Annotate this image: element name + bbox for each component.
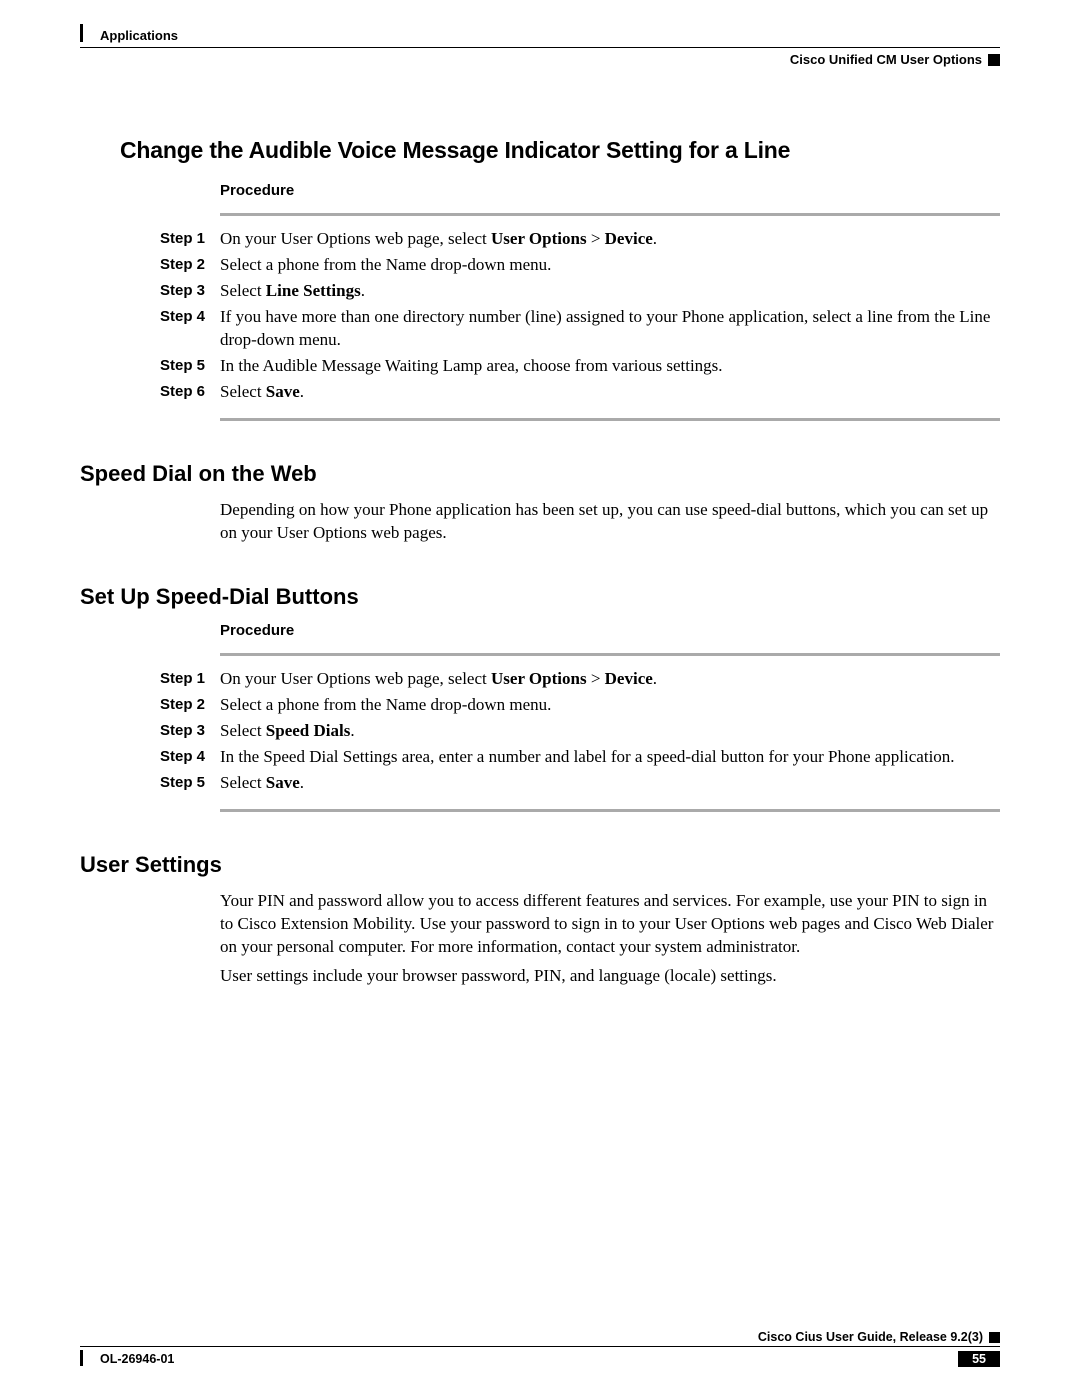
procedure-label: Procedure	[220, 622, 1000, 639]
header-marker-icon	[988, 54, 1000, 66]
footer-guide-row: Cisco Cius User Guide, Release 9.2(3)	[80, 1330, 1000, 1344]
step-row: Step 2 Select a phone from the Name drop…	[160, 694, 1000, 717]
step-label: Step 2	[160, 254, 220, 275]
step-text-frag: .	[653, 669, 657, 688]
step-label: Step 1	[160, 228, 220, 249]
footer-guide-title: Cisco Cius User Guide, Release 9.2(3)	[758, 1330, 983, 1344]
step-text-bold: Save	[266, 382, 300, 401]
page-number: 55	[958, 1351, 1000, 1367]
step-text-frag: >	[587, 669, 605, 688]
step-row: Step 3 Select Line Settings.	[160, 280, 1000, 303]
step-label: Step 3	[160, 720, 220, 741]
step-text-bold: User Options	[491, 229, 587, 248]
procedure-rule-bottom	[220, 418, 1000, 421]
step-row: Step 3 Select Speed Dials.	[160, 720, 1000, 743]
step-row: Step 1 On your User Options web page, se…	[160, 668, 1000, 691]
footer-doc-id: OL-26946-01	[80, 1352, 174, 1366]
page-footer: Cisco Cius User Guide, Release 9.2(3) OL…	[80, 1330, 1000, 1367]
page-header: Applications	[80, 28, 1000, 43]
step-label: Step 4	[160, 746, 220, 767]
step-text: In the Audible Message Waiting Lamp area…	[220, 355, 1000, 378]
header-chapter: Applications	[80, 28, 178, 43]
step-label: Step 1	[160, 668, 220, 689]
step-text-frag: .	[350, 721, 354, 740]
step-text: Select a phone from the Name drop-down m…	[220, 254, 1000, 277]
header-section: Cisco Unified CM User Options	[790, 52, 982, 67]
header-rule	[80, 47, 1000, 48]
step-text: Select Line Settings.	[220, 280, 1000, 303]
document-page: Applications Cisco Unified CM User Optio…	[0, 0, 1080, 1397]
step-text: Select Save.	[220, 381, 1000, 404]
section-title-audible: Change the Audible Voice Message Indicat…	[120, 137, 1000, 164]
step-row: Step 2 Select a phone from the Name drop…	[160, 254, 1000, 277]
procedure-rule-top	[220, 653, 1000, 656]
step-text: Select Save.	[220, 772, 1000, 795]
procedure-rule-bottom	[220, 809, 1000, 812]
step-text-frag: Select	[220, 382, 266, 401]
procedure-rule-top	[220, 213, 1000, 216]
step-text: In the Speed Dial Settings area, enter a…	[220, 746, 1000, 769]
body-paragraph: Depending on how your Phone application …	[220, 499, 1000, 545]
step-text-bold: Device	[605, 669, 653, 688]
procedure-label: Procedure	[220, 182, 1000, 199]
step-row: Step 4 If you have more than one directo…	[160, 306, 1000, 352]
footer-rule	[80, 1346, 1000, 1347]
section-title-setup-speed-dial: Set Up Speed-Dial Buttons	[80, 584, 1000, 610]
step-row: Step 5 In the Audible Message Waiting La…	[160, 355, 1000, 378]
step-text-frag: Select	[220, 773, 266, 792]
step-label: Step 4	[160, 306, 220, 327]
procedure-steps-1: Step 1 On your User Options web page, se…	[160, 228, 1000, 404]
step-row: Step 4 In the Speed Dial Settings area, …	[160, 746, 1000, 769]
step-text-bold: Line Settings	[266, 281, 361, 300]
step-text-frag: .	[653, 229, 657, 248]
body-paragraph: User settings include your browser passw…	[220, 965, 1000, 988]
footer-row: OL-26946-01 55	[80, 1351, 1000, 1367]
procedure-steps-2: Step 1 On your User Options web page, se…	[160, 668, 1000, 795]
step-row: Step 5 Select Save.	[160, 772, 1000, 795]
step-text: On your User Options web page, select Us…	[220, 228, 1000, 251]
step-label: Step 5	[160, 772, 220, 793]
step-label: Step 5	[160, 355, 220, 376]
step-label: Step 3	[160, 280, 220, 301]
step-text-frag: On your User Options web page, select	[220, 669, 491, 688]
section-title-speed-dial-web: Speed Dial on the Web	[80, 461, 1000, 487]
step-text-frag: .	[300, 773, 304, 792]
step-text: Select Speed Dials.	[220, 720, 1000, 743]
step-row: Step 6 Select Save.	[160, 381, 1000, 404]
section-title-user-settings: User Settings	[80, 852, 1000, 878]
page-content: Change the Audible Voice Message Indicat…	[80, 137, 1000, 988]
step-text: If you have more than one directory numb…	[220, 306, 1000, 352]
step-row: Step 1 On your User Options web page, se…	[160, 228, 1000, 251]
step-text-frag: On your User Options web page, select	[220, 229, 491, 248]
step-text-bold: Device	[605, 229, 653, 248]
step-text-bold: Speed Dials	[266, 721, 351, 740]
footer-marker-icon	[989, 1332, 1000, 1343]
step-text-frag: .	[300, 382, 304, 401]
step-text-frag: .	[361, 281, 365, 300]
step-label: Step 6	[160, 381, 220, 402]
step-text: Select a phone from the Name drop-down m…	[220, 694, 1000, 717]
step-text-frag: >	[587, 229, 605, 248]
step-text-bold: User Options	[491, 669, 587, 688]
step-text: On your User Options web page, select Us…	[220, 668, 1000, 691]
body-paragraph: Your PIN and password allow you to acces…	[220, 890, 1000, 959]
step-text-bold: Save	[266, 773, 300, 792]
header-right-wrap: Cisco Unified CM User Options	[80, 52, 1000, 67]
step-text-frag: Select	[220, 281, 266, 300]
step-label: Step 2	[160, 694, 220, 715]
step-text-frag: Select	[220, 721, 266, 740]
